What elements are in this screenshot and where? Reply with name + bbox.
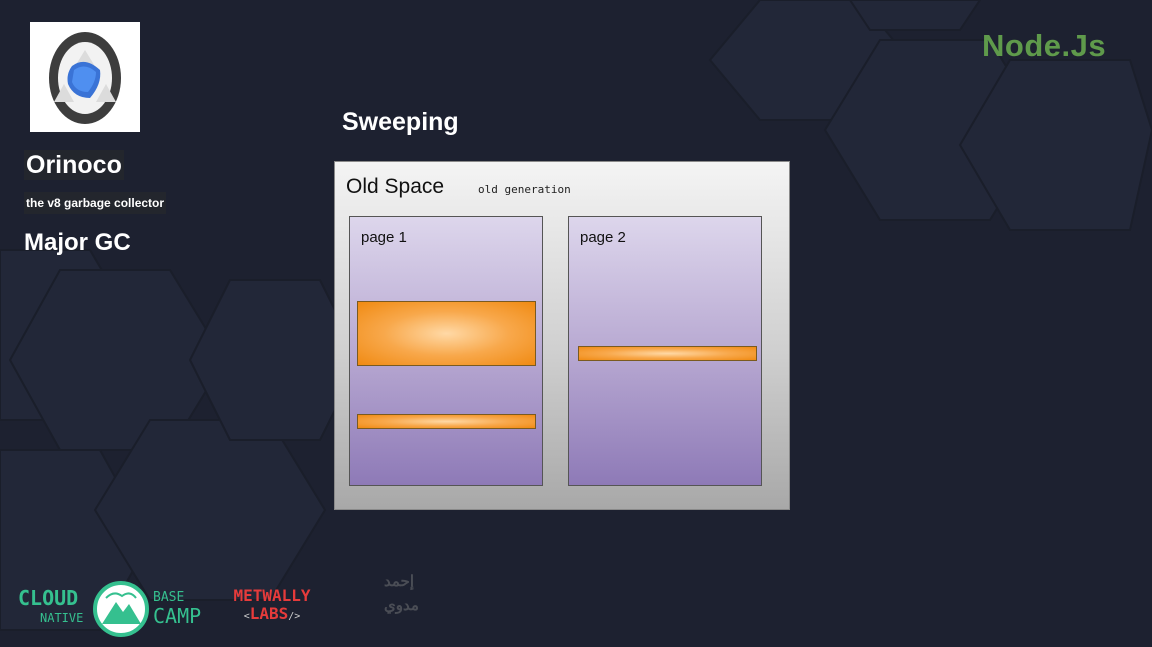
live-object: [357, 301, 536, 366]
page-1-label: page 1: [361, 229, 407, 246]
metwally-line2-text: LABS: [249, 604, 289, 623]
metwally-line1: METWALLY: [233, 586, 311, 605]
sidebar-title: Orinoco: [24, 150, 124, 180]
metwally-line2: <LABS/>: [243, 604, 301, 623]
cloud-native-line4: CAMP: [153, 604, 202, 628]
mountain-icon: [93, 581, 149, 637]
metwally-labs-logo: METWALLY <LABS/>: [220, 587, 324, 626]
sidebar-subtitle: the v8 garbage collector: [24, 192, 167, 214]
page-2-label: page 2: [580, 229, 626, 246]
orinoco-logo: [30, 22, 140, 132]
cloud-native-logo: CLOUD NATIVE BASE CAMP: [18, 580, 213, 638]
signature-line1: إحمد: [384, 573, 414, 590]
old-space-sublabel: old generation: [478, 183, 571, 196]
page-1: page 1: [349, 216, 543, 486]
live-object: [578, 346, 757, 361]
signature-logo: إحمد مدوي: [384, 570, 419, 618]
cloud-native-line2: NATIVE: [40, 611, 84, 625]
old-space-box: Old Space old generation page 1 page 2: [334, 161, 790, 510]
sidebar-section: Major GC: [24, 229, 131, 256]
cloud-native-line1: CLOUD: [18, 586, 79, 610]
brand-name: Node.Js: [982, 28, 1107, 63]
cloud-native-line3: BASE: [153, 590, 185, 605]
old-space-label: Old Space: [346, 175, 445, 198]
signature-line2: مدوي: [384, 597, 419, 614]
slide-title: Sweeping: [342, 108, 459, 136]
page-2: page 2: [568, 216, 762, 486]
live-object: [357, 414, 536, 429]
recycle-icon: [49, 32, 121, 124]
